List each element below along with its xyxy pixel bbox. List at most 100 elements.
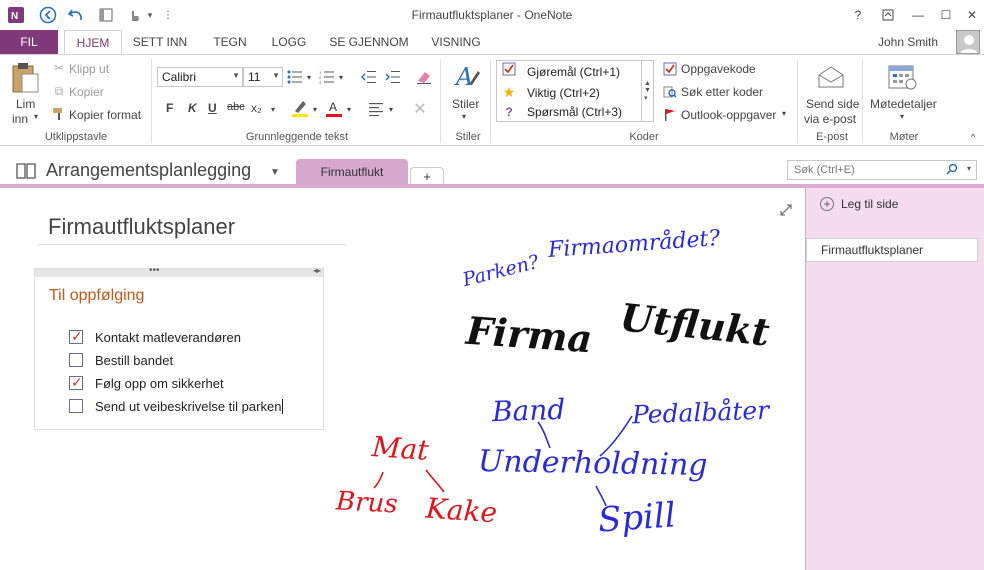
tab-file[interactable]: FIL — [0, 30, 58, 54]
ink-spill[interactable]: Spill — [597, 495, 677, 540]
styles-icon[interactable]: A — [450, 59, 484, 95]
strikethrough-button[interactable]: abc — [227, 101, 245, 113]
email-page-icon[interactable] — [816, 63, 846, 91]
paste-button[interactable]: Lim — [16, 97, 35, 111]
search-placeholder: Søk (Ctrl+E) — [794, 164, 855, 176]
numbering-dropdown-icon[interactable]: ▾ — [336, 69, 346, 85]
meeting-details-icon[interactable] — [886, 61, 918, 91]
tab-review[interactable]: SE GJENNOM — [326, 30, 412, 54]
customize-icon[interactable]: ⋮ — [158, 5, 178, 25]
avatar[interactable] — [956, 30, 980, 54]
styles-dropdown-icon[interactable]: ▾ — [462, 112, 466, 121]
group-divider — [440, 59, 441, 143]
paste-button-label2[interactable]: inn — [12, 112, 28, 126]
paragraph-align-icon[interactable] — [366, 100, 386, 118]
ink-mat[interactable]: Mat — [371, 430, 430, 467]
increase-indent-icon[interactable] — [384, 68, 402, 86]
notebook-bar: Arrangementsplanlegging ▼ Firmautflukt +… — [0, 147, 984, 187]
notebook-name[interactable]: Arrangementsplanlegging — [46, 160, 251, 181]
search-icon[interactable] — [946, 163, 958, 178]
collapse-ribbon-icon[interactable]: ^ — [966, 131, 980, 143]
touch-dropdown-icon[interactable]: ▾ — [140, 5, 160, 25]
notebook-dropdown-icon[interactable]: ▼ — [268, 165, 282, 179]
user-name[interactable]: John Smith — [878, 30, 938, 54]
underline-button[interactable]: U — [208, 101, 217, 115]
highlight-dropdown-icon[interactable]: ▾ — [310, 102, 320, 116]
ribbon-tabs: FIL HJEM SETT INN TEGN LOGG SE GJENNOM V… — [0, 30, 984, 55]
outlook-tasks-button[interactable]: Outlook-oppgaver — [681, 108, 776, 122]
search-input[interactable]: Søk (Ctrl+E) ▾ — [787, 160, 977, 180]
search-scope-dropdown-icon[interactable]: ▾ — [967, 164, 971, 173]
ink-band[interactable]: Band — [491, 393, 565, 429]
copy-icon: ⧉ — [54, 83, 64, 98]
meeting-details-button[interactable]: Møtedetaljer — [870, 97, 937, 111]
help-button[interactable]: ? — [846, 4, 870, 26]
tab-view[interactable]: VISNING — [426, 30, 486, 54]
ink-kake[interactable]: Kake — [425, 492, 498, 530]
paste-dropdown-icon[interactable]: ▾ — [34, 112, 38, 121]
email-page-button[interactable]: Send side — [806, 97, 859, 111]
tags-scroll[interactable]: ▲ ▼ ▾ — [641, 61, 653, 121]
paragraph-dropdown-icon[interactable]: ▾ — [386, 102, 396, 116]
onenote-logo-icon[interactable]: N — [6, 5, 26, 25]
tab-draw[interactable]: TEGN — [206, 30, 254, 54]
copy-button[interactable]: Kopier — [69, 85, 104, 99]
numbering-icon[interactable]: 123 — [318, 68, 336, 86]
svg-text:3: 3 — [319, 80, 322, 84]
svg-text:N: N — [11, 11, 18, 22]
page-list-pane: + Leg til side Firmautfluktsplaner — [805, 188, 984, 570]
ink-firma[interactable]: Firma — [465, 308, 594, 362]
tag-important[interactable]: ★ Viktig (Ctrl+2) — [501, 82, 600, 102]
group-divider — [490, 59, 491, 143]
flag-icon[interactable] — [662, 107, 677, 122]
clear-formatting-icon[interactable] — [414, 68, 434, 86]
tag-todo[interactable]: Gjøremål (Ctrl+1) — [501, 62, 620, 82]
font-size-box[interactable]: 11 ▼ — [243, 67, 283, 87]
font-color-dropdown-icon[interactable]: ▾ — [344, 102, 354, 116]
page-canvas[interactable]: Firmautfluktsplaner ••• ◂▸ Til oppfølgin… — [0, 188, 805, 570]
close-button[interactable]: ✕ — [960, 4, 984, 26]
ink-pedalbater[interactable]: Pedalbåter — [632, 396, 770, 430]
find-tags-icon[interactable] — [662, 84, 677, 99]
email-page-label2[interactable]: via e-post — [804, 112, 856, 126]
restore-ribbon-button[interactable] — [876, 4, 900, 26]
tags-gallery[interactable]: Gjøremål (Ctrl+1) ★ Viktig (Ctrl+2) ? Spør… — [496, 60, 654, 122]
decrease-indent-icon[interactable] — [360, 68, 378, 86]
tab-home[interactable]: HJEM — [64, 30, 122, 55]
minimize-button[interactable]: — — [906, 4, 930, 26]
font-name-box[interactable]: Calibri ▼ — [157, 67, 243, 87]
section-tab-firmautflukt[interactable]: Firmautflukt — [296, 159, 408, 187]
subscript-button[interactable]: x₂ — [251, 101, 262, 115]
ink-underholdning[interactable]: Underholdning — [478, 444, 708, 483]
ink-brus[interactable]: Brus — [335, 486, 398, 519]
maximize-button[interactable]: ☐ — [934, 4, 958, 26]
tab-history[interactable]: LOGG — [266, 30, 312, 54]
todo-tag-checkbox-icon[interactable] — [662, 61, 677, 76]
title-bar: N ▾ ⋮ Firmautfluktsplaner - OneNote ? — … — [0, 0, 984, 30]
email-group-label: E-post — [816, 131, 848, 143]
bullets-dropdown-icon[interactable]: ▾ — [304, 69, 314, 85]
subscript-dropdown-icon[interactable]: ▾ — [268, 102, 278, 116]
meeting-details-dropdown-icon[interactable]: ▾ — [900, 112, 904, 121]
font-color-icon[interactable]: A — [324, 98, 344, 118]
bullets-icon[interactable] — [286, 68, 304, 86]
paste-icon[interactable] — [8, 59, 42, 95]
format-painter-button[interactable]: Kopier format — [69, 108, 141, 122]
dock-icon[interactable] — [96, 5, 116, 25]
tab-insert[interactable]: SETT INN — [128, 30, 192, 54]
find-tags-button[interactable]: Søk etter koder — [681, 85, 763, 99]
tags-group-label: Koder — [629, 131, 659, 143]
add-page-button[interactable]: + Leg til side — [820, 194, 898, 214]
tag-question[interactable]: ? Spørsmål (Ctrl+3) — [501, 102, 622, 122]
styles-button[interactable]: Stiler — [452, 97, 479, 111]
highlight-icon[interactable] — [290, 98, 310, 118]
outlook-tasks-dropdown-icon[interactable]: ▾ — [782, 109, 786, 118]
notebook-icon[interactable] — [14, 161, 38, 181]
italic-button[interactable]: K — [188, 101, 197, 115]
bold-button[interactable]: F — [166, 101, 173, 115]
page-list-item[interactable]: Firmautfluktsplaner — [806, 238, 978, 262]
todo-tag-button[interactable]: Oppgavekode — [681, 62, 756, 76]
undo-icon[interactable] — [66, 5, 86, 25]
back-icon[interactable] — [38, 5, 58, 25]
cut-button[interactable]: Klipp ut — [69, 62, 109, 76]
